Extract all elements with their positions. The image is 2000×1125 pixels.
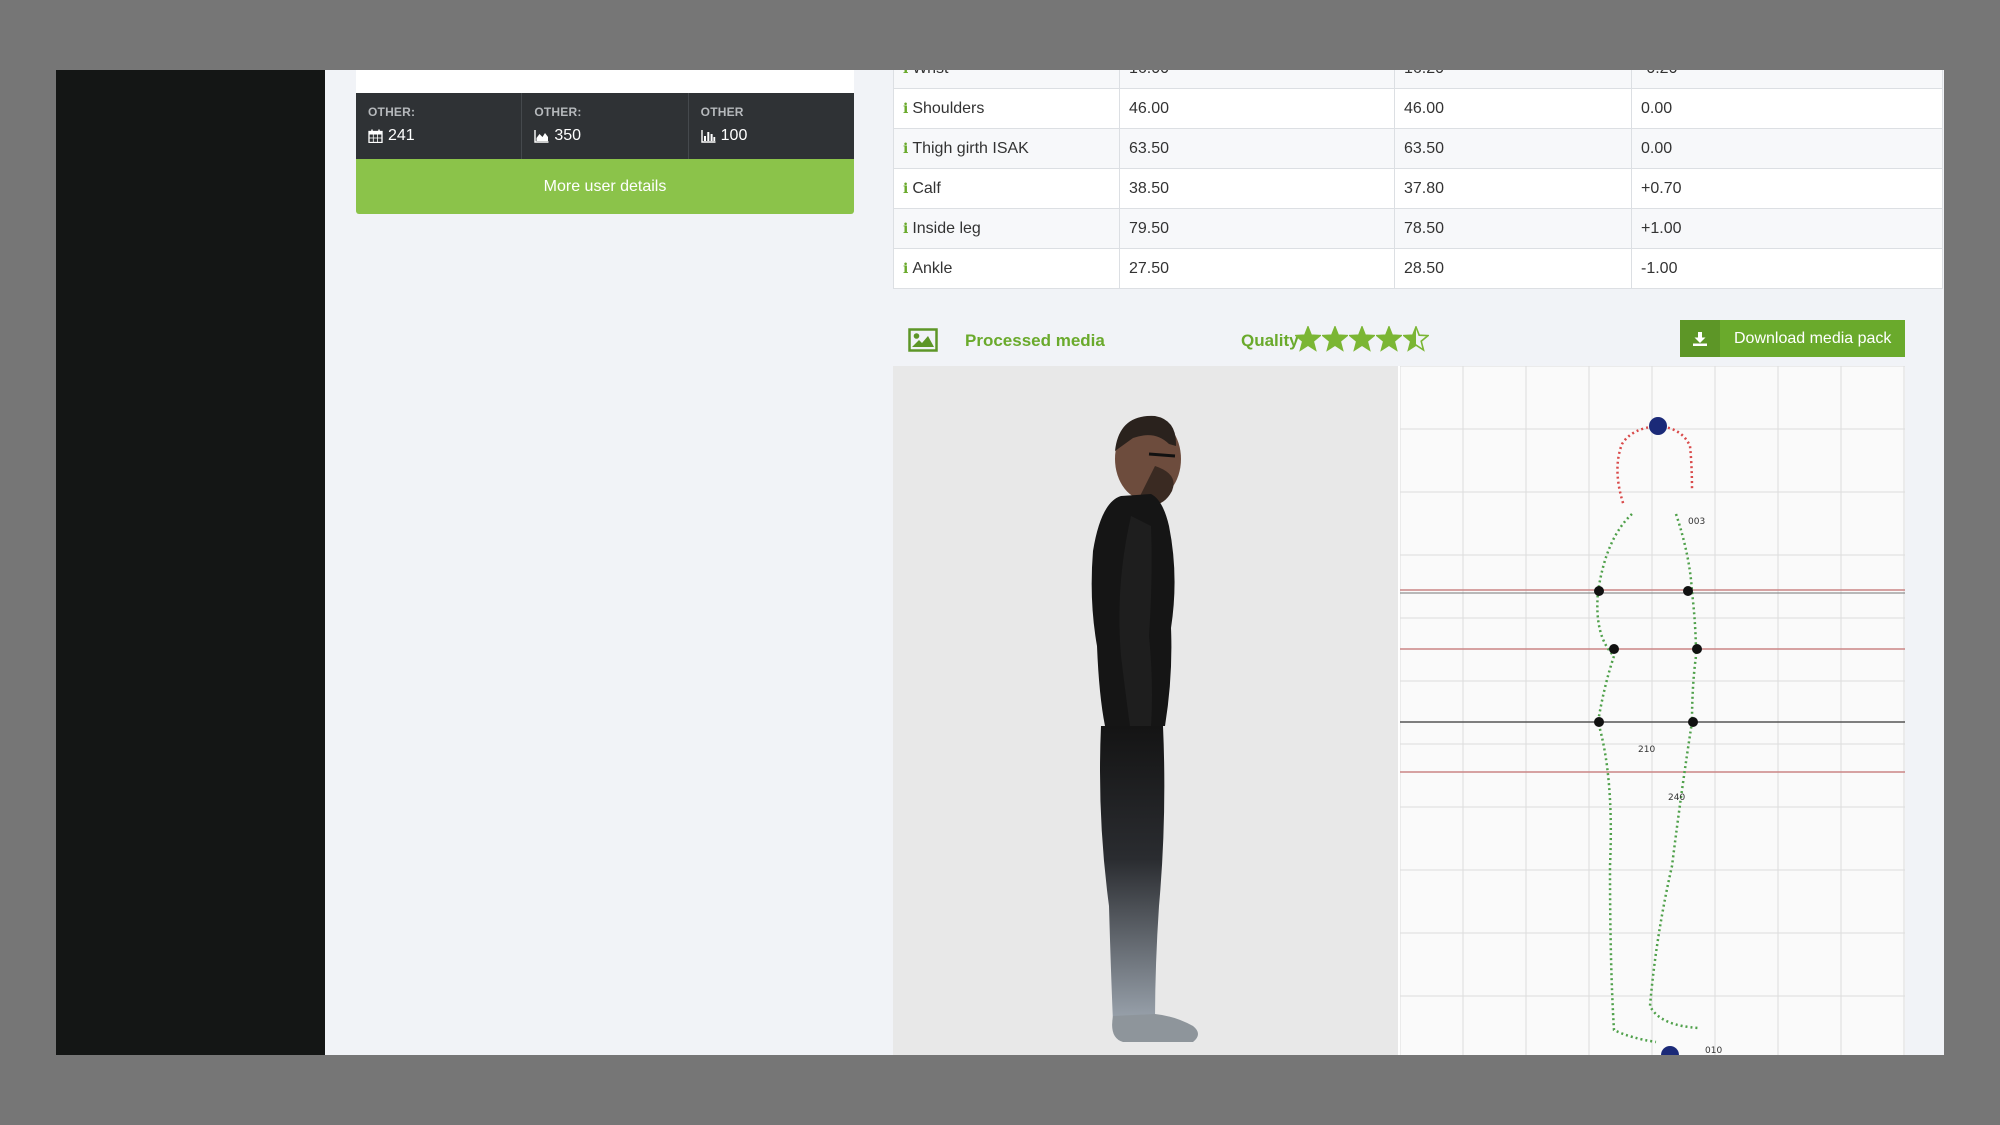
measurement-diff: 0.00 xyxy=(1631,88,1943,129)
measure-point xyxy=(1688,717,1698,727)
quality-label: Quality xyxy=(1241,331,1299,350)
star-full-icon xyxy=(1376,326,1402,356)
image-icon xyxy=(908,328,938,352)
measurements-table: iWrist16.0016.20-0.20iShoulders46.0046.0… xyxy=(893,70,1943,289)
head-outline xyxy=(1616,424,1694,507)
silhouette-diagram: 003 210 240 010 xyxy=(1400,366,1905,1055)
more-user-details-button[interactable]: More user details xyxy=(356,159,854,214)
measurement-diff: -0.20 xyxy=(1631,70,1943,89)
measurement-diff: -1.00 xyxy=(1631,248,1943,289)
measure-point xyxy=(1594,586,1604,596)
measurement-diff: 0.00 xyxy=(1631,128,1943,169)
stat-label: OTHER: xyxy=(534,105,582,119)
person-side-view xyxy=(1091,415,1198,1042)
area-chart-icon xyxy=(534,130,549,143)
bar-chart-icon xyxy=(700,130,716,143)
silhouette-label-foot: 010 xyxy=(1705,1046,1722,1055)
measurement-name: Thigh girth ISAK xyxy=(912,139,1029,157)
bottom-anchor-marker xyxy=(1661,1046,1679,1055)
download-media-pack-button[interactable]: Download media pack xyxy=(1680,320,1905,357)
silhouette-label-mid: 210 xyxy=(1638,745,1655,755)
measurement-name: Shoulders xyxy=(912,99,985,117)
measurement-name-cell: i Ankle xyxy=(893,248,1120,289)
star-full-icon xyxy=(1322,326,1348,356)
measurement-name-cell: i Inside leg xyxy=(893,208,1120,249)
legs xyxy=(1100,726,1165,1022)
measure-point xyxy=(1594,717,1604,727)
silhouette-analysis: 003 210 240 010 xyxy=(1400,366,1905,1055)
stat-value: 350 xyxy=(554,127,582,144)
media-header: Processed media Quality Download media p… xyxy=(893,320,1943,362)
left-sidebar xyxy=(56,70,325,1055)
download-icon xyxy=(1680,320,1720,357)
stat-other-3: OTHER 100 xyxy=(689,93,854,159)
info-icon[interactable]: i xyxy=(903,70,908,77)
table-row: i Thigh girth ISAK 63.50 63.50 0.00 xyxy=(893,128,1943,169)
feet xyxy=(1112,1014,1198,1042)
measurement-name-cell: i Thigh girth ISAK xyxy=(893,128,1120,169)
measurement-name: Wrist xyxy=(912,70,948,77)
app-screen: OTHER: 241 OTHER: 350 OTHER 100 More use… xyxy=(56,70,1944,1055)
stat-value: 100 xyxy=(720,127,748,144)
download-label: Download media pack xyxy=(1734,329,1892,347)
measure-point xyxy=(1692,644,1702,654)
info-icon[interactable]: i xyxy=(903,101,908,117)
processed-media-title: Processed media xyxy=(965,331,1105,350)
silhouette-label-mid2: 240 xyxy=(1668,793,1685,803)
table-row: i Ankle 27.50 28.50 -1.00 xyxy=(893,248,1943,289)
user-stats-bar: OTHER: 241 OTHER: 350 OTHER 100 xyxy=(356,93,854,159)
measure-point xyxy=(1609,644,1619,654)
measurement-value-1: 46.00 xyxy=(1119,88,1395,129)
measurement-value-2: 37.80 xyxy=(1394,168,1632,209)
body-scan-photo xyxy=(893,366,1398,1055)
stat-other-1: OTHER: 241 xyxy=(356,93,523,159)
star-full-icon xyxy=(1295,326,1321,356)
star-half-icon xyxy=(1403,326,1429,356)
measurement-value-1: 16.00 xyxy=(1119,70,1395,89)
stat-other-2: OTHER: 350 xyxy=(522,93,689,159)
measurement-name: Calf xyxy=(912,179,941,197)
table-row: i Inside leg 79.50 78.50 +1.00 xyxy=(893,208,1943,249)
measurement-value-2: 63.50 xyxy=(1394,128,1632,169)
grid-lines xyxy=(1400,366,1905,1055)
measurement-value-2: 46.00 xyxy=(1394,88,1632,129)
info-icon[interactable]: i xyxy=(903,261,908,277)
measurement-value-2: 16.20 xyxy=(1394,70,1632,89)
info-icon[interactable]: i xyxy=(903,221,908,237)
measurement-value-1: 79.50 xyxy=(1119,208,1395,249)
measurement-diff: +1.00 xyxy=(1631,208,1943,249)
stat-label: OTHER: xyxy=(368,105,416,119)
measurement-value-2: 28.50 xyxy=(1394,248,1632,289)
table-row: i Wrist 16.0016.20-0.20 xyxy=(893,70,1943,89)
measurement-value-1: 38.50 xyxy=(1119,168,1395,209)
user-card xyxy=(356,70,854,93)
table-row: i Calf 38.50 37.80 +0.70 xyxy=(893,168,1943,209)
measurement-name: Ankle xyxy=(912,259,953,277)
measurement-name: Inside leg xyxy=(912,219,981,237)
info-icon[interactable]: i xyxy=(903,181,908,197)
measurement-value-1: 27.50 xyxy=(1119,248,1395,289)
silhouette-label-head: 003 xyxy=(1688,517,1705,527)
star-full-icon xyxy=(1349,326,1375,356)
measurement-value-1: 63.50 xyxy=(1119,128,1395,169)
measurement-name-cell: i Shoulders xyxy=(893,88,1120,129)
measure-point xyxy=(1683,586,1693,596)
stat-value: 241 xyxy=(388,127,415,144)
top-anchor-marker xyxy=(1649,417,1667,435)
measurement-name-cell: i Calf xyxy=(893,168,1120,209)
stat-label: OTHER xyxy=(700,105,744,119)
quality-stars xyxy=(1295,326,1429,356)
measurement-diff: +0.70 xyxy=(1631,168,1943,209)
measurement-name-cell: i Wrist xyxy=(893,70,1120,89)
info-icon[interactable]: i xyxy=(903,141,908,157)
calendar-icon xyxy=(368,129,383,143)
measurement-value-2: 78.50 xyxy=(1394,208,1632,249)
table-row: i Shoulders 46.00 46.00 0.00 xyxy=(893,88,1943,129)
